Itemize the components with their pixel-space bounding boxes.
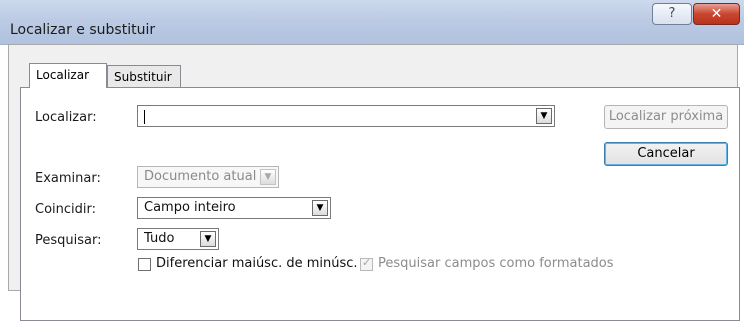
search-formatted-checkbox[interactable]: ✓ [360,256,373,271]
chevron-down-icon[interactable]: ▼ [200,231,216,247]
checkmark-icon: ✓ [362,256,372,269]
match-case-label: Diferenciar maiúsc. de minúsc. [156,256,358,271]
dialog-title: Localizar e substituir [10,22,156,38]
text-caret [144,110,145,124]
chevron-down-icon[interactable]: ▼ [536,108,552,124]
tab-replace[interactable]: Substituir [107,65,181,87]
chevron-down-icon[interactable]: ▼ [260,169,276,185]
title-bar: Localizar e substituir ? ✕ [0,0,744,45]
find-label: Localizar: [35,110,97,125]
match-label: Coincidir: [35,202,97,217]
match-case-checkbox[interactable] [138,258,151,271]
match-select[interactable]: Campo inteiro ▼ [137,197,331,219]
close-icon: ✕ [710,6,723,22]
search-in-label: Examinar: [35,171,101,186]
close-button[interactable]: ✕ [693,3,740,25]
search-formatted-label: Pesquisar campos como formatados [378,256,614,271]
chevron-down-icon[interactable]: ▼ [312,200,328,216]
tab-find[interactable]: Localizar [29,63,107,88]
direction-select[interactable]: Tudo ▼ [137,228,219,250]
dialog-body: Localizar Substituir Localizar: ▼ Locali… [8,44,740,321]
cancel-button[interactable]: Cancelar [604,142,728,166]
help-icon: ? [668,6,676,21]
find-input[interactable]: ▼ [137,105,555,127]
direction-label: Pesquisar: [35,233,102,248]
search-in-select[interactable]: Documento atual ▼ [137,166,279,188]
help-button[interactable]: ? [652,3,692,25]
find-replace-dialog: Localizar e substituir ? ✕ Localizar Sub… [0,0,744,321]
tab-panel-find: Localizar: ▼ Localizar próxima Cancelar … [20,87,740,321]
find-next-button[interactable]: Localizar próxima [604,105,728,129]
